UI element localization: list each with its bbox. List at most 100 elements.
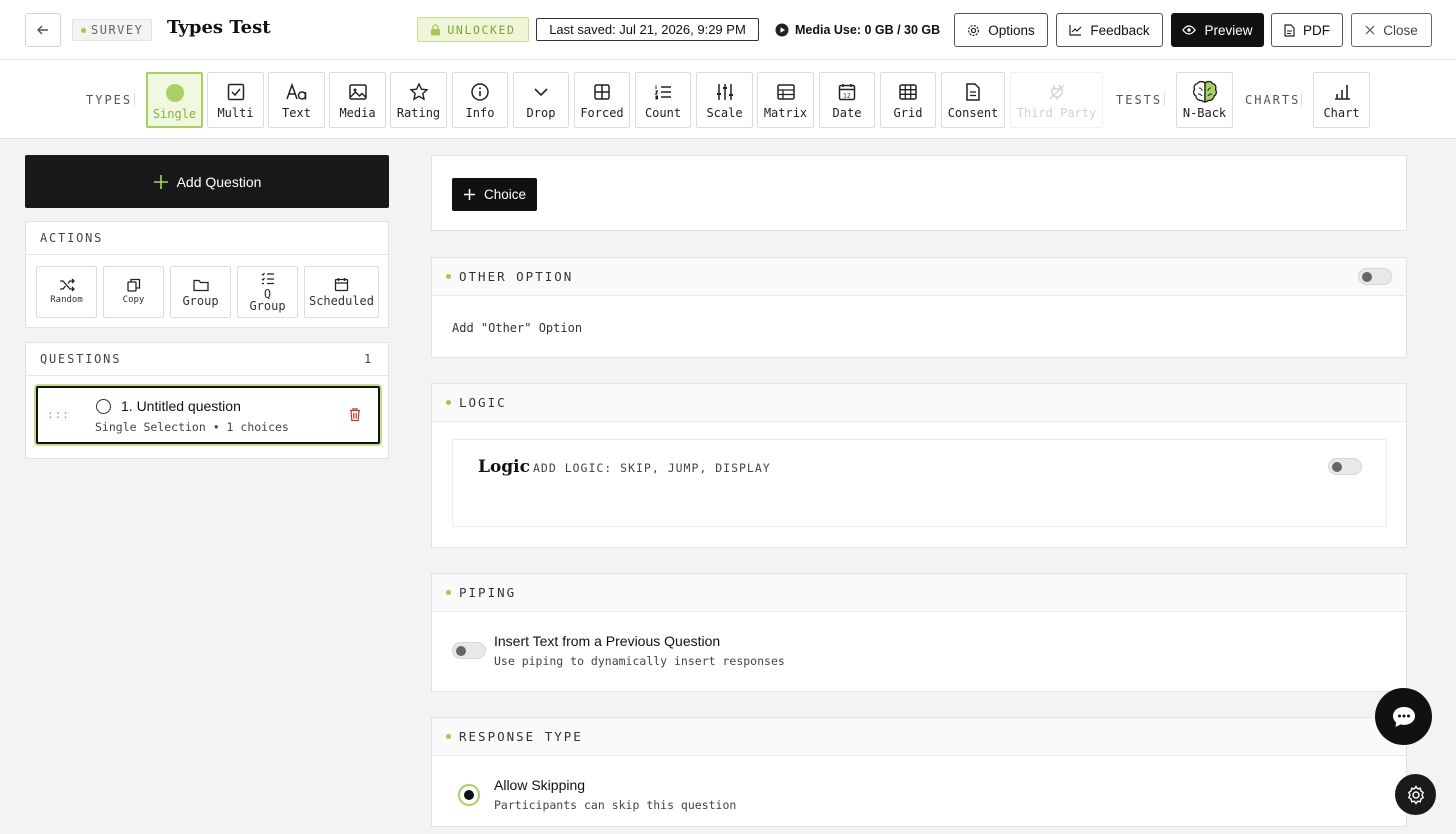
charts-section-label: CHARTS — [1245, 93, 1301, 107]
type-single[interactable]: Single — [146, 72, 203, 128]
type-forced[interactable]: Forced — [574, 72, 630, 128]
status-dot — [446, 734, 451, 739]
type-third-party: Third Party — [1010, 72, 1103, 128]
plus-icon — [153, 174, 168, 189]
piping-description: Use piping to dynamically insert respons… — [494, 654, 785, 668]
type-date[interactable]: 12 Date — [819, 72, 875, 128]
type-label: Drop — [526, 106, 556, 120]
allow-skipping-radio[interactable] — [458, 784, 480, 806]
type-text[interactable]: Text — [268, 72, 325, 128]
add-question-button[interactable]: Add Question — [25, 155, 389, 208]
svg-text:12: 12 — [843, 93, 851, 100]
action-scheduled[interactable]: Scheduled — [304, 266, 379, 318]
piping-heading: Insert Text from a Previous Question — [494, 633, 721, 649]
pdf-label: PDF — [1303, 22, 1330, 38]
close-label: Close — [1383, 22, 1418, 38]
type-label: Third Party — [1016, 106, 1097, 120]
logic-toggle[interactable] — [1328, 458, 1362, 475]
type-matrix[interactable]: Matrix — [757, 72, 814, 128]
pdf-button[interactable]: PDF — [1271, 13, 1343, 47]
survey-badge: SURVEY — [72, 19, 153, 41]
chat-bubble-icon — [1392, 706, 1415, 727]
gear-icon — [968, 24, 980, 36]
type-drop[interactable]: Drop — [513, 72, 569, 128]
question-list-item[interactable]: ::: 1. Untitled question Single Selectio… — [36, 386, 380, 444]
piping-toggle[interactable] — [452, 642, 486, 659]
type-label: Matrix — [763, 106, 808, 120]
other-option-label: Add "Other" Option — [452, 321, 583, 335]
piping-title: PIPING — [459, 585, 517, 600]
numbered-list-icon — [654, 85, 671, 100]
other-option-header: OTHER OPTION — [432, 258, 1406, 296]
sliders-icon — [716, 84, 733, 100]
chart-type[interactable]: Chart — [1313, 72, 1370, 128]
type-scale[interactable]: Scale — [696, 72, 753, 128]
back-button[interactable] — [25, 13, 61, 47]
plus-icon — [463, 189, 475, 200]
action-random[interactable]: Random — [36, 266, 97, 318]
feedback-button[interactable]: Feedback — [1056, 13, 1163, 47]
chat-button[interactable] — [1375, 688, 1432, 745]
add-question-label: Add Question — [176, 173, 262, 190]
type-info[interactable]: Info — [452, 72, 508, 128]
type-media[interactable]: Media — [329, 72, 386, 128]
actions-title: ACTIONS — [40, 231, 104, 245]
plug-icon — [1049, 84, 1064, 100]
bar-chart-icon — [1334, 85, 1350, 100]
checkbox-icon — [227, 83, 244, 101]
status-dot — [446, 590, 451, 595]
piping-header: PIPING — [432, 574, 1406, 612]
page-title[interactable]: Types Test — [167, 17, 271, 38]
type-count[interactable]: Count — [635, 72, 691, 128]
action-group[interactable]: Group — [170, 266, 231, 318]
logic-card: LOGIC Logic ADD LOGIC: SKIP, JUMP, DISPL… — [431, 383, 1407, 548]
type-label: Text — [282, 106, 311, 120]
type-multi[interactable]: Multi — [207, 72, 264, 128]
file-icon — [1284, 23, 1295, 37]
unlocked-badge[interactable]: UNLOCKED — [417, 17, 529, 42]
type-consent[interactable]: Consent — [941, 72, 1005, 128]
status-dot — [446, 400, 451, 405]
type-label: Count — [644, 106, 682, 120]
action-label: Copy — [122, 295, 145, 305]
calendar-icon: 12 — [838, 84, 856, 101]
info-icon — [471, 83, 489, 101]
action-q-group[interactable]: Q Group — [237, 266, 298, 318]
add-choice-button[interactable]: Choice — [452, 178, 537, 211]
tests-section-label: TESTS — [1116, 93, 1163, 107]
options-button[interactable]: Options — [954, 13, 1048, 47]
questions-title: QUESTIONS — [40, 352, 122, 366]
type-grid[interactable]: Grid — [880, 72, 936, 128]
chart-label: Chart — [1323, 106, 1360, 120]
action-copy[interactable]: Copy — [103, 266, 164, 318]
logic-description: ADD LOGIC: SKIP, JUMP, DISPLAY — [533, 461, 771, 475]
response-type-card: RESPONSE TYPE Allow Skipping Participant… — [431, 717, 1407, 827]
actions-header: ACTIONS — [26, 222, 388, 255]
media-use-label: Media Use: 0 GB / 30 GB — [795, 23, 941, 37]
type-rating[interactable]: Rating — [390, 72, 447, 128]
media-use: Media Use: 0 GB / 30 GB — [775, 21, 940, 39]
type-label: Date — [832, 106, 862, 120]
table-grid-icon — [899, 84, 917, 100]
type-label: Multi — [217, 106, 254, 120]
preview-button[interactable]: Preview — [1171, 13, 1264, 47]
settings-button[interactable] — [1395, 774, 1436, 815]
section-divider — [1164, 93, 1165, 106]
preview-label: Preview — [1204, 22, 1253, 38]
close-button[interactable]: Close — [1351, 13, 1432, 47]
response-type-header: RESPONSE TYPE — [432, 718, 1406, 756]
section-divider — [134, 93, 135, 106]
calendar-icon — [334, 278, 349, 292]
question-list-icon — [261, 272, 274, 285]
type-label: Forced — [580, 106, 624, 120]
star-icon — [408, 82, 429, 101]
other-option-toggle[interactable] — [1358, 268, 1392, 285]
other-option-title: OTHER OPTION — [459, 269, 574, 284]
status-dot — [446, 274, 451, 279]
drag-handle-icon[interactable]: ::: — [47, 408, 70, 421]
allow-skipping-heading: Allow Skipping — [494, 777, 586, 793]
trash-icon[interactable] — [348, 407, 362, 422]
test-nback[interactable]: N-Back — [1176, 72, 1233, 128]
questions-panel: QUESTIONS 1 ::: 1. Untitled question Sin… — [25, 342, 389, 459]
types-section-label: TYPES — [86, 93, 133, 107]
